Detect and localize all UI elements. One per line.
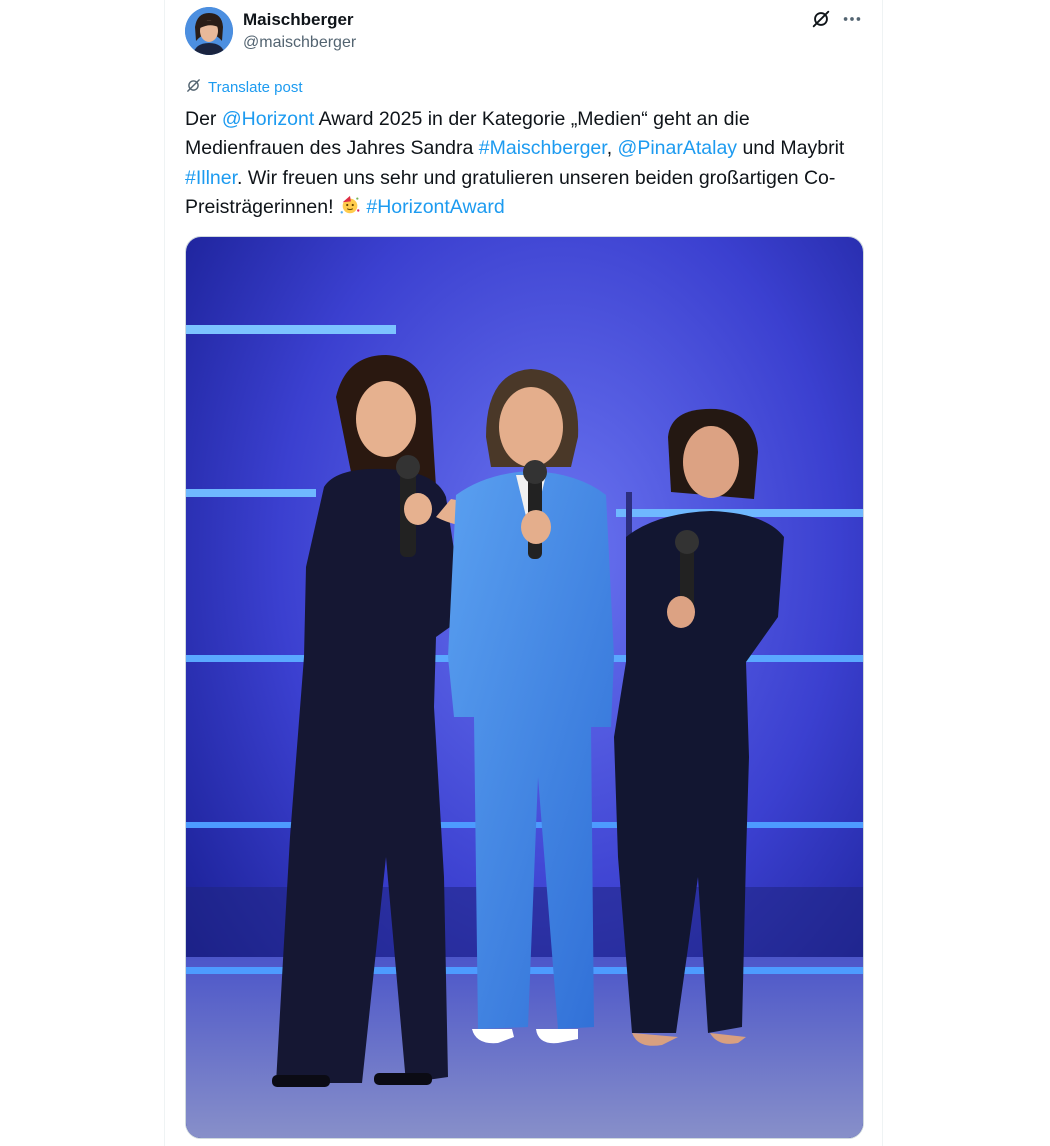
hashtag-illner-link[interactable]: #Illner (185, 167, 237, 189)
tweet-photo[interactable] (185, 236, 864, 1139)
author-name[interactable]: Maischberger (243, 10, 354, 30)
author-avatar[interactable] (185, 7, 233, 55)
more-icon[interactable] (841, 8, 863, 30)
tweet-text: Der @Horizont Award 2025 in der Kategori… (185, 105, 865, 225)
author-handle[interactable]: @maischberger (243, 34, 356, 52)
tweet-text-segment: Der (185, 108, 222, 130)
hashtag-maischberger-link[interactable]: #Maischberger (479, 137, 607, 159)
tweet-text-segment: und Maybrit (737, 137, 845, 160)
translate-icon (185, 77, 202, 98)
tweet-text-segment: . Wir freuen uns sehr und gratulieren un… (185, 166, 836, 218)
translate-post-button[interactable]: Translate post (185, 77, 303, 98)
tweet-text-segment: , (606, 137, 618, 160)
tweet-card: Maischberger @maischberger Translate pos… (164, 0, 883, 1146)
hashtag-horizontaward-link[interactable]: #HorizontAward (366, 196, 504, 218)
mention-pinaratalay-link[interactable]: @PinarAtalay (618, 137, 738, 159)
translate-post-label: Translate post (208, 79, 303, 96)
grok-icon[interactable] (810, 8, 832, 30)
mention-horizont-link[interactable]: @Horizont (222, 108, 314, 130)
party-face-emoji-icon (339, 194, 361, 225)
